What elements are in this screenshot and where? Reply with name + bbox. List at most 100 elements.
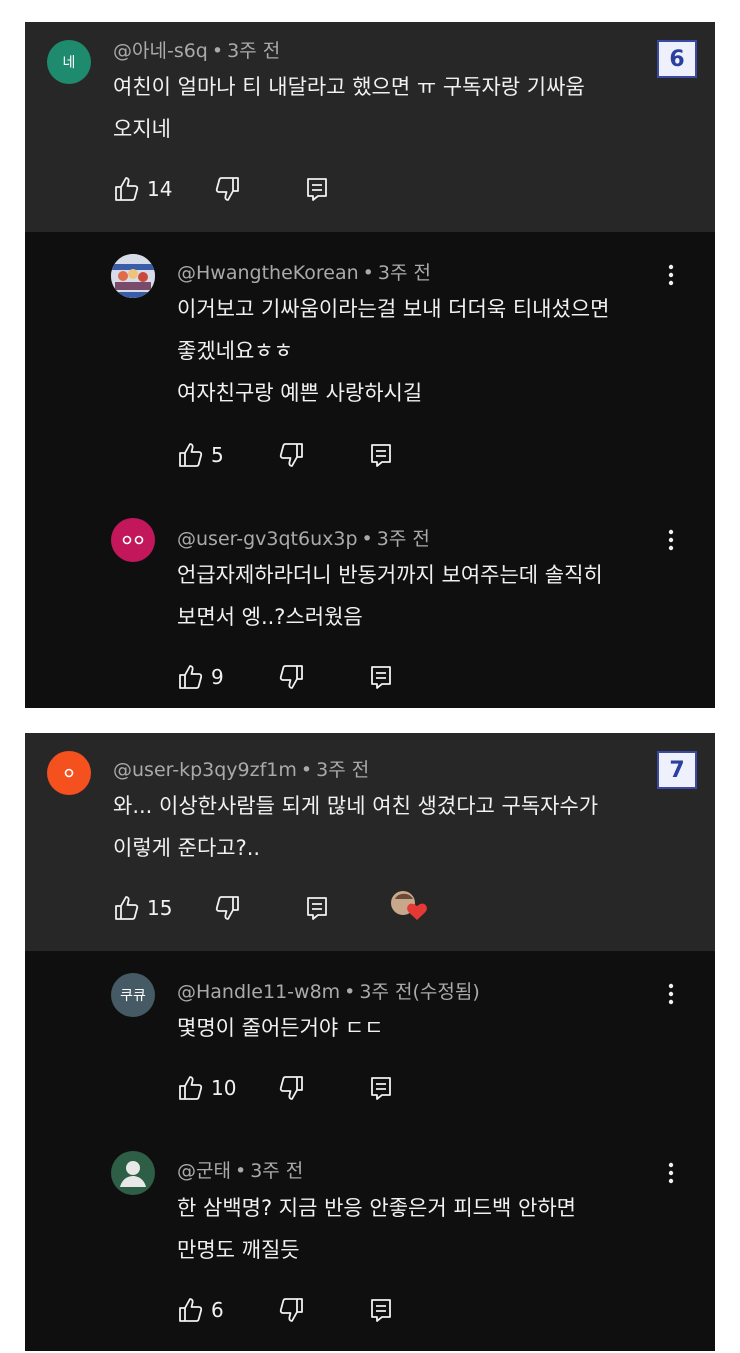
reply-button[interactable] xyxy=(303,893,331,923)
comment-line: 이렇게 준다고?.. xyxy=(113,836,261,860)
like-button[interactable]: 5 xyxy=(177,440,224,470)
like-count: 15 xyxy=(147,896,173,920)
reply-button[interactable] xyxy=(303,174,331,204)
dislike-button[interactable] xyxy=(277,662,305,692)
reply-text: 몇명이 줄어든거야 ㄷㄷ xyxy=(177,1007,384,1049)
reply-actions: 6 xyxy=(177,1295,437,1325)
avatar[interactable] xyxy=(111,254,155,298)
reply-line: 한 삼백명? 지금 반응 안좋은거 피드백 안하면 xyxy=(177,1196,576,1220)
like-button[interactable]: 15 xyxy=(113,893,172,923)
reply-button[interactable] xyxy=(367,1073,395,1103)
like-button[interactable]: 9 xyxy=(177,662,224,692)
creator-heart-icon xyxy=(391,891,427,920)
timestamp[interactable]: 3주 전(수정됨) xyxy=(359,981,479,1003)
comment-line: 여친이 얼마나 티 내달라고 했으면 ㅠ 구독자랑 기싸움 xyxy=(113,75,585,99)
reply-text: 한 삼백명? 지금 반응 안좋은거 피드백 안하면 만명도 깨질듯 xyxy=(177,1187,576,1271)
reply-meta: @HwangtheKorean • 3주 전 xyxy=(177,262,431,284)
reply-actions: 9 xyxy=(177,662,437,692)
reply-icon xyxy=(307,178,327,201)
thumbs-up-icon xyxy=(179,443,203,467)
section-number-badge: 6 xyxy=(657,40,697,78)
like-count: 5 xyxy=(211,443,224,467)
avatar-initial: 쿠큐 xyxy=(120,988,146,1004)
comment-thread-6: 네 @아네-s6q • 3주 전 여친이 얼마나 티 내달라고 했으면 ㅠ 구독자랑… xyxy=(25,22,715,708)
thumbs-down-icon xyxy=(279,665,303,689)
avatar[interactable]: 네 xyxy=(47,40,91,84)
like-button[interactable]: 6 xyxy=(177,1295,224,1325)
more-options-button[interactable] xyxy=(661,525,681,555)
default-user-icon xyxy=(120,1161,146,1187)
like-button[interactable]: 10 xyxy=(177,1073,236,1103)
thumbs-up-icon xyxy=(179,1076,203,1100)
timestamp[interactable]: 3주 전 xyxy=(227,40,280,62)
top-comment: @user-kp3qy9zf1m • 3주 전 와... 이상한사람들 되게 많네 … xyxy=(25,733,715,951)
timestamp[interactable]: 3주 전 xyxy=(316,759,369,781)
more-options-button[interactable] xyxy=(661,1158,681,1188)
avatar-initial-icon xyxy=(122,535,144,545)
reply-line: 몇명이 줄어든거야 ㄷㄷ xyxy=(177,1016,384,1040)
dislike-button[interactable] xyxy=(277,1073,305,1103)
more-vert-icon xyxy=(668,264,674,286)
more-options-button[interactable] xyxy=(661,979,681,1009)
author-name[interactable]: @군태 xyxy=(177,1160,231,1182)
reply-icon xyxy=(371,444,391,467)
thumbs-up-icon xyxy=(179,665,203,689)
comment-meta: @user-kp3qy9zf1m • 3주 전 xyxy=(113,759,370,781)
timestamp[interactable]: 3주 전 xyxy=(250,1160,303,1182)
avatar[interactable] xyxy=(47,751,91,795)
reply-icon xyxy=(371,1299,391,1322)
timestamp[interactable]: 3주 전 xyxy=(378,262,431,284)
reply-icon xyxy=(371,666,391,689)
reply-meta: @Handle11-w8m • 3주 전(수정됨) xyxy=(177,981,480,1003)
avatar[interactable] xyxy=(111,1151,155,1195)
avatar[interactable] xyxy=(111,518,155,562)
comment-line: 와... 이상한사람들 되게 많네 여친 생겼다고 구독자수가 xyxy=(113,794,599,818)
comment-text: 와... 이상한사람들 되게 많네 여친 생겼다고 구독자수가 이렇게 준다고?… xyxy=(113,785,598,869)
dislike-button[interactable] xyxy=(277,1295,305,1325)
reply-meta: @군태 • 3주 전 xyxy=(177,1160,304,1182)
section-number-badge: 7 xyxy=(657,751,697,789)
like-button[interactable]: 14 xyxy=(113,174,172,204)
reply-line: 만명도 깨질듯 xyxy=(177,1238,300,1262)
reply-actions: 5 xyxy=(177,440,437,470)
reply-actions: 10 xyxy=(177,1073,437,1103)
reply-text: 이거보고 기싸움이라는걸 보내 더더욱 티내셨으면 좋겠네요ㅎㅎ 여자친구랑 예… xyxy=(177,288,609,414)
author-name[interactable]: @user-gv3qt6ux3p xyxy=(177,528,358,550)
profile-photo-icon xyxy=(111,254,155,298)
author-name[interactable]: @user-kp3qy9zf1m xyxy=(113,759,297,781)
dislike-button[interactable] xyxy=(213,893,241,923)
reply-line: 좋겠네요ㅎㅎ xyxy=(177,339,293,363)
thumbs-down-icon xyxy=(215,177,239,201)
comment-line: 오지네 xyxy=(113,117,171,141)
dislike-button[interactable] xyxy=(213,174,241,204)
reply-button[interactable] xyxy=(367,1295,395,1325)
reply-line: 언급자제하라더니 반동거까지 보여주는데 솔직히 xyxy=(177,563,603,587)
avatar[interactable]: 쿠큐 xyxy=(111,973,155,1017)
author-name[interactable]: @HwangtheKorean xyxy=(177,262,359,284)
like-count: 10 xyxy=(211,1076,237,1100)
reply-icon xyxy=(307,897,327,920)
like-count: 6 xyxy=(211,1298,224,1322)
reply-icon xyxy=(371,1077,391,1100)
more-vert-icon xyxy=(668,983,674,1005)
thumbs-up-icon xyxy=(115,896,139,920)
dislike-button[interactable] xyxy=(277,440,305,470)
thumbs-up-icon xyxy=(115,177,139,201)
reply-line: 보면서 엥..?스러웠음 xyxy=(177,605,363,629)
reply-button[interactable] xyxy=(367,662,395,692)
comment-text: 여친이 얼마나 티 내달라고 했으면 ㅠ 구독자랑 기싸움 오지네 xyxy=(113,66,585,150)
comment-meta: @아네-s6q • 3주 전 xyxy=(113,40,281,62)
more-options-button[interactable] xyxy=(661,260,681,290)
more-vert-icon xyxy=(668,529,674,551)
timestamp[interactable]: 3주 전 xyxy=(377,528,430,550)
reply-button[interactable] xyxy=(367,440,395,470)
comment-thread-7: @user-kp3qy9zf1m • 3주 전 와... 이상한사람들 되게 많네 … xyxy=(25,733,715,1351)
avatar-initial: 네 xyxy=(62,55,76,71)
author-name[interactable]: @Handle11-w8m xyxy=(177,981,340,1003)
thumbs-down-icon xyxy=(279,443,303,467)
comment-actions: 14 xyxy=(113,174,373,204)
avatar-initial-icon xyxy=(64,768,74,778)
like-count: 14 xyxy=(147,177,173,201)
author-name[interactable]: @아네-s6q xyxy=(113,40,208,62)
reply-line: 이거보고 기싸움이라는걸 보내 더더욱 티내셨으면 xyxy=(177,297,610,321)
